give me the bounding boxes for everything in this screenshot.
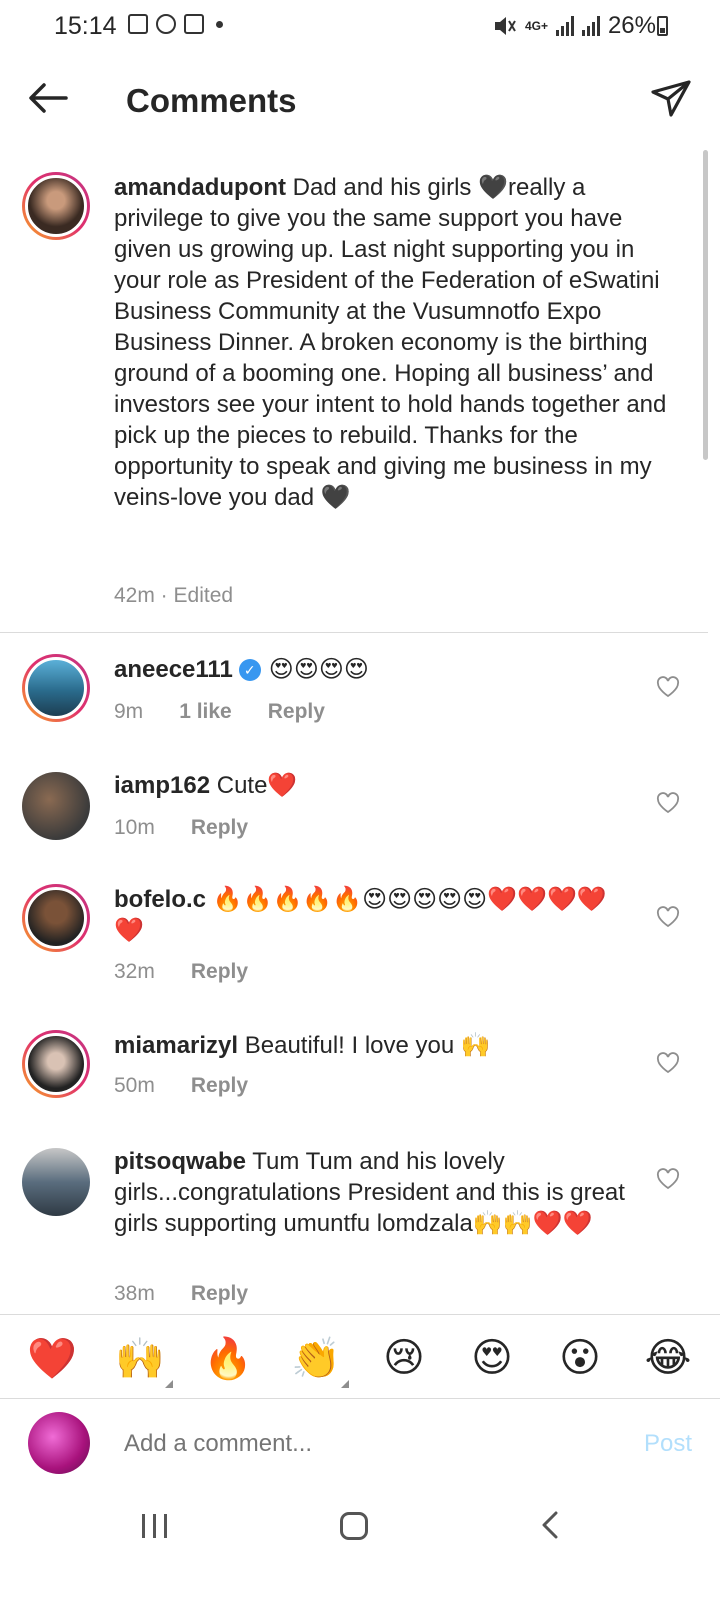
calendar-notification-icon	[184, 14, 204, 34]
emoji-fire-button[interactable]: 🔥	[193, 1335, 263, 1382]
comment-username[interactable]: miamarizyl	[114, 1032, 238, 1059]
like-heart-icon[interactable]	[656, 792, 680, 814]
signal-icon-2	[581, 16, 600, 36]
comment-text: 😍😍😍😍	[268, 656, 369, 683]
comment-meta: 38m Reply	[114, 1282, 248, 1306]
current-user-avatar	[28, 1412, 90, 1474]
like-heart-icon[interactable]	[656, 906, 680, 928]
emoji-raised-hands-button[interactable]: 🙌	[105, 1335, 175, 1388]
comment-composer: Post	[0, 1400, 720, 1488]
comment-item: aneece111 ✓ 😍😍😍😍 9m 1 like Reply	[22, 654, 702, 744]
emoji-reaction-bar: ❤️ 🙌 🔥 👏 😢 😍 😮 😂	[0, 1318, 720, 1398]
comment-time: 38m	[114, 1282, 155, 1305]
like-heart-icon[interactable]	[656, 1168, 680, 1190]
comment-text-block: aneece111 ✓ 😍😍😍😍	[114, 654, 634, 685]
comment-meta: 9m 1 like Reply	[114, 700, 325, 724]
comment-username[interactable]: bofelo.c	[114, 886, 206, 913]
reply-button[interactable]: Reply	[191, 1074, 248, 1098]
home-icon[interactable]	[340, 1512, 368, 1540]
comment-username[interactable]: pitsoqwabe	[114, 1148, 246, 1175]
scrollbar[interactable]	[703, 150, 708, 460]
comment-text-block: pitsoqwabe Tum Tum and his lovely girls.…	[114, 1146, 634, 1239]
divider	[0, 1314, 720, 1315]
caption-username[interactable]: amandadupont	[114, 174, 286, 201]
system-nav-bar	[0, 1488, 720, 1600]
network-type: 4G+	[524, 19, 548, 33]
reply-button[interactable]: Reply	[268, 700, 325, 724]
comment-item: miamarizyl Beautiful! I love you 🙌 50m R…	[22, 1030, 702, 1110]
like-heart-icon[interactable]	[656, 1052, 680, 1074]
emoji-heart-button[interactable]: ❤️	[17, 1335, 87, 1382]
reply-button[interactable]: Reply	[191, 816, 248, 840]
emoji-clap-glyph: 👏	[291, 1336, 341, 1381]
page-title: Comments	[126, 82, 297, 119]
caption-text-block: amandadupont Dad and his girls 🖤really a…	[114, 172, 674, 513]
emoji-surprised-button[interactable]: 😮	[545, 1335, 615, 1381]
avatar[interactable]	[22, 654, 90, 722]
post-button[interactable]: Post	[644, 1430, 692, 1458]
back-arrow-icon[interactable]	[26, 76, 70, 120]
comment-time: 50m	[114, 1074, 155, 1097]
caption-text: Dad and his girls 🖤really a privilege to…	[114, 174, 667, 511]
battery-icon	[657, 16, 668, 36]
emoji-laughing-button[interactable]: 😂	[633, 1335, 703, 1381]
verified-badge-icon: ✓	[238, 659, 261, 681]
signal-icon	[555, 16, 574, 36]
gallery-notification-icon	[128, 14, 148, 34]
comment-text-block: miamarizyl Beautiful! I love you 🙌	[114, 1030, 634, 1061]
comment-item: iamp162 Cute❤️ 10m Reply	[22, 770, 702, 850]
emoji-sad-button[interactable]: 😢	[369, 1335, 439, 1381]
battery-percent: 26%	[607, 12, 656, 39]
status-time: 15:14	[54, 12, 117, 40]
divider	[0, 1398, 720, 1399]
avatar[interactable]	[22, 172, 90, 240]
comment-text: Beautiful! I love you 🙌	[238, 1032, 491, 1059]
comment-text-block: bofelo.c 🔥🔥🔥🔥🔥😍😍😍😍😍❤️❤️❤️❤️❤️	[114, 884, 634, 946]
system-back-icon[interactable]	[540, 1510, 560, 1540]
comment-meta: 50m Reply	[114, 1074, 248, 1098]
comment-time: 32m	[114, 960, 155, 983]
comment-username[interactable]: iamp162	[114, 772, 210, 799]
comment-input[interactable]	[124, 1430, 564, 1458]
comment-meta: 32m Reply	[114, 960, 248, 984]
comment-item: bofelo.c 🔥🔥🔥🔥🔥😍😍😍😍😍❤️❤️❤️❤️❤️ 32m Reply	[22, 884, 702, 994]
avatar[interactable]	[22, 1030, 90, 1098]
comment-time: 9m	[114, 700, 144, 723]
skin-tone-indicator-icon	[341, 1379, 349, 1388]
avatar[interactable]	[22, 1148, 90, 1216]
emoji-raised-hands-glyph: 🙌	[115, 1336, 165, 1381]
status-right: 4G+ 26%	[493, 12, 656, 40]
reply-button[interactable]: Reply	[191, 1282, 248, 1306]
comment-time: 10m	[114, 816, 155, 839]
comment-item: pitsoqwabe Tum Tum and his lovely girls.…	[22, 1146, 702, 1311]
comment-text-block: iamp162 Cute❤️	[114, 770, 634, 801]
mute-icon	[494, 17, 516, 35]
comment-text: Cute❤️	[210, 772, 298, 799]
status-bar: 15:14 4G+ 26%	[0, 0, 720, 54]
notification-icons	[128, 14, 223, 34]
emoji-clap-button[interactable]: 👏	[281, 1335, 351, 1388]
skin-tone-indicator-icon	[165, 1379, 173, 1388]
share-direct-icon[interactable]	[650, 78, 692, 120]
like-heart-icon[interactable]	[656, 676, 680, 698]
app-notification-icon	[156, 14, 176, 34]
comment-likes[interactable]: 1 like	[179, 700, 232, 724]
reply-button[interactable]: Reply	[191, 960, 248, 984]
header: Comments	[0, 64, 720, 138]
avatar[interactable]	[22, 884, 90, 952]
caption-meta: 42m · Edited	[114, 584, 234, 607]
divider	[0, 632, 708, 633]
comment-meta: 10m Reply	[114, 816, 248, 840]
more-notifications-icon	[216, 20, 223, 28]
avatar[interactable]	[22, 772, 90, 840]
recent-apps-icon[interactable]	[142, 1514, 167, 1538]
comment-username[interactable]: aneece111	[114, 656, 233, 683]
emoji-heart-eyes-button[interactable]: 😍	[457, 1335, 527, 1381]
